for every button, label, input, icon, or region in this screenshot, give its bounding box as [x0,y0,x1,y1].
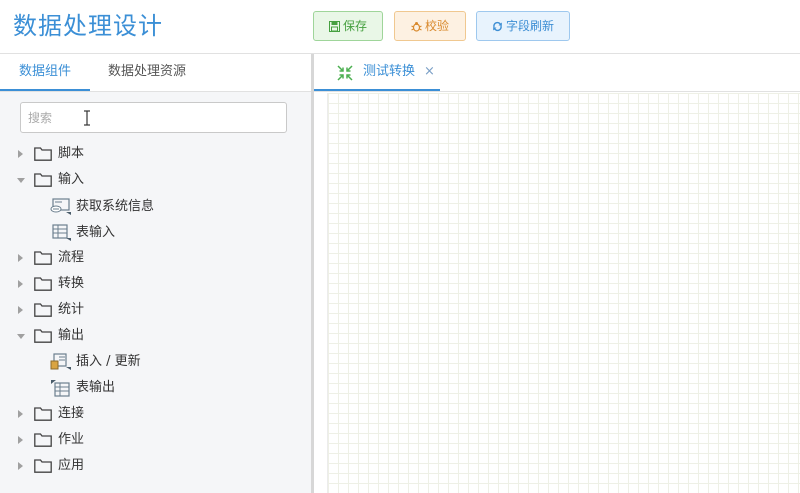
check-button[interactable]: 校验 [394,11,466,41]
tree-node-label: 流程 [58,250,85,265]
expand-arrow-icon[interactable] [17,428,25,452]
left-panel: 数据组件 数据处理资源 脚本 输入 获取系统信息 [0,54,311,493]
tree-node-label: 输出 [58,328,85,343]
folder-icon [34,329,52,343]
folder-icon [34,173,52,187]
table-input-icon [52,224,71,241]
search-input[interactable] [20,102,287,133]
folder-icon [34,303,52,317]
expand-arrow-icon[interactable] [17,298,25,322]
refresh-fields-button-label: 字段刷新 [505,19,554,33]
collapse-arrow-icon[interactable] [17,168,25,192]
bug-icon [411,14,422,40]
tree-node-label: 输入 [58,172,85,187]
expand-arrow-icon[interactable] [17,454,25,478]
expand-arrow-icon[interactable] [17,272,25,296]
tree-node-label: 应用 [58,458,85,473]
save-icon [328,14,340,40]
tree-node-label: 脚本 [58,146,85,161]
tree-leaf-label: 插入 / 更新 [76,354,141,369]
folder-icon [34,277,52,291]
system-info-icon [50,198,71,215]
text-cursor-icon [84,110,90,126]
expand-arrow-icon[interactable] [17,142,25,166]
folder-icon [34,433,52,447]
folder-icon [34,147,52,161]
left-tabs: 数据组件 数据处理资源 [0,54,311,92]
collapse-arrow-icon[interactable] [17,324,25,348]
editor-tabs: 测试转换 × [314,54,800,92]
tree-node-label: 连接 [58,406,85,421]
close-tab-icon[interactable]: × [424,54,435,90]
tab-test-transform[interactable]: 测试转换 × [314,54,440,91]
tab-data-resources[interactable]: 数据处理资源 [108,54,186,91]
tree-leaf-label: 获取系统信息 [76,199,155,214]
design-canvas[interactable] [328,93,800,493]
compress-arrows-icon [337,65,353,81]
expand-arrow-icon[interactable] [17,246,25,270]
app-title: 数据处理设计 [13,12,163,40]
save-button-label: 保存 [342,19,367,33]
tree-leaf-label: 表输入 [76,225,116,240]
refresh-icon [492,14,503,40]
folder-icon [34,251,52,265]
tab-data-components[interactable]: 数据组件 [0,54,90,91]
insert-update-icon [50,353,71,370]
refresh-fields-button[interactable]: 字段刷新 [476,11,570,41]
save-button[interactable]: 保存 [313,11,383,41]
folder-icon [34,459,52,473]
table-output-icon [51,380,70,397]
tree-node-label: 统计 [58,302,85,317]
tree-node-label: 作业 [58,432,85,447]
tab-label: 测试转换 [363,64,416,79]
canvas-gutter [314,93,328,493]
folder-icon [34,407,52,421]
expand-arrow-icon[interactable] [17,402,25,426]
check-button-label: 校验 [424,19,449,33]
tree-leaf-label: 表输出 [76,380,116,395]
tree-node-label: 转换 [58,276,85,291]
